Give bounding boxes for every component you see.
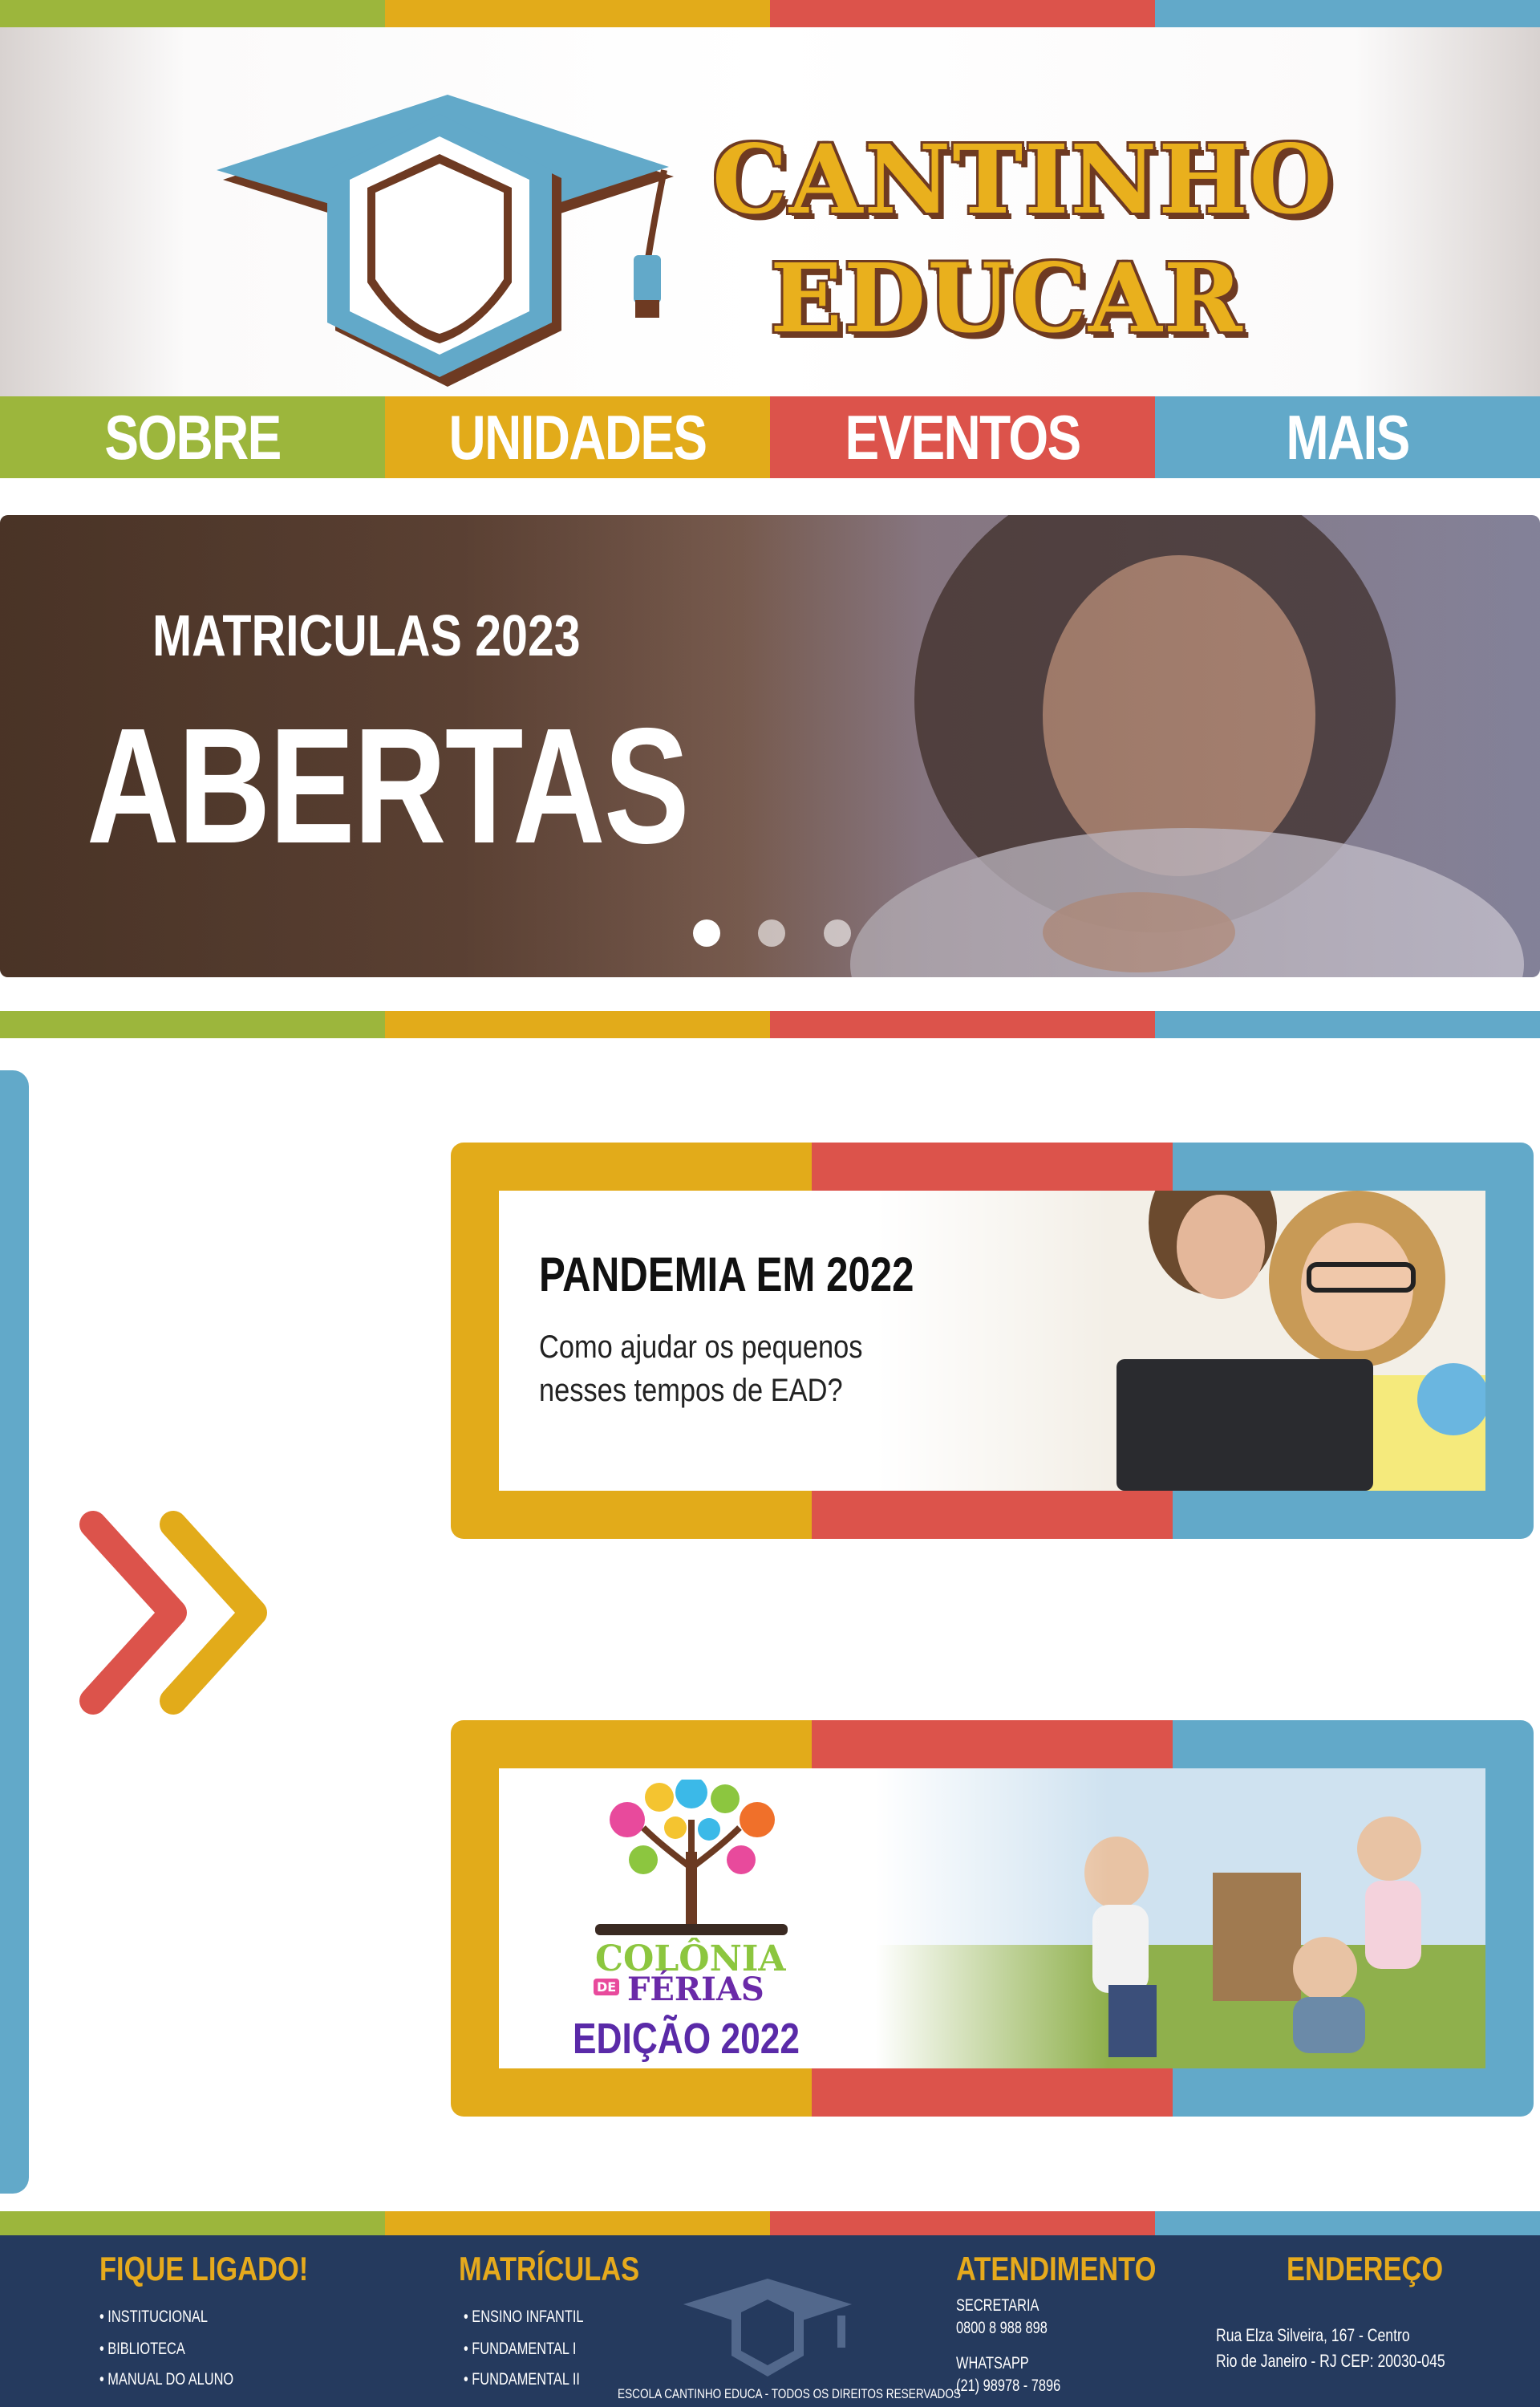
card-description: Como ajudar os pequenos nesses tempos de… [539, 1325, 926, 1412]
footer-address-line1: Rua Elza Silveira, 167 - Centro [1216, 2325, 1410, 2345]
main-nav: SOBRE UNIDADES EVENTOS MAIS [0, 396, 1540, 478]
nav-label[interactable]: SOBRE [34, 401, 351, 474]
footer-copyright: ESCOLA CANTINHO EDUCA - TODOS OS DIREITO… [618, 2386, 961, 2401]
nav-label[interactable]: MAIS [1189, 401, 1506, 474]
card-text-line1: Como ajudar os pequenos [539, 1329, 863, 1365]
site-header: CANTINHO EDUCAR [0, 27, 1540, 396]
nav-item-mais[interactable]: MAIS [1155, 396, 1540, 478]
footer-link-biblioteca[interactable]: • BIBLIOTECA [99, 2340, 185, 2359]
footer-link-fundamental-2[interactable]: • FUNDAMENTAL II [464, 2370, 580, 2389]
footer-whatsapp-phone[interactable]: (21) 98978 - 7896 [956, 2377, 1060, 2396]
brand-name-line1: CANTINHO [712, 124, 1334, 235]
bottom-color-stripe [0, 2211, 1540, 2235]
card-pandemia[interactable]: PANDEMIA EM 2022 Como ajudar os pequenos… [499, 1191, 1485, 1491]
footer-heading-fique-ligado: FIQUE LIGADO! [99, 2250, 309, 2287]
card-text-line2: nesses tempos de EAD? [539, 1373, 843, 1408]
footer-heading-atendimento: ATENDIMENTO [956, 2250, 1157, 2287]
carousel-dot-2[interactable] [758, 919, 785, 947]
footer-cap-logo-icon [683, 2279, 852, 2377]
brand-name-line2: EDUCAR [770, 242, 1244, 354]
footer-secretaria-phone[interactable]: 0800 8 988 898 [956, 2319, 1048, 2338]
footer-heading-matriculas: MATRÍCULAS [459, 2250, 640, 2287]
nav-item-eventos[interactable]: EVENTOS [770, 396, 1155, 478]
hero-title: ABERTAS [87, 694, 690, 878]
footer-whatsapp-label: WHATSAPP [956, 2354, 1029, 2372]
footer-link-ensino-infantil[interactable]: • ENSINO INFANTIL [464, 2308, 584, 2327]
footer-link-institucional[interactable]: • INSTITUCIONAL [99, 2308, 208, 2327]
footer-secretaria-label: SECRETARIA [956, 2296, 1040, 2315]
card-image-fade [876, 1768, 1108, 2068]
mid-color-stripe [0, 1011, 1540, 1038]
nav-label[interactable]: UNIDADES [419, 401, 736, 474]
card-colonia-de-ferias[interactable]: COLÔNIA DE FÉRIAS EDIÇÃO 2022 [499, 1768, 1485, 2068]
nav-item-unidades[interactable]: UNIDADES [385, 396, 770, 478]
carousel-dot-3[interactable] [824, 919, 851, 947]
footer-link-fundamental-1[interactable]: • FUNDAMENTAL I [464, 2340, 576, 2359]
hero-subtitle: MATRICULAS 2023 [152, 604, 581, 668]
side-accent-bar [0, 1070, 29, 2194]
footer-heading-endereco: ENDEREÇO [1287, 2250, 1444, 2287]
top-color-stripe [0, 0, 1540, 27]
colonia-edition: EDIÇÃO 2022 [573, 2015, 800, 2063]
nav-item-sobre[interactable]: SOBRE [0, 396, 385, 478]
graduation-cap-logo-icon[interactable] [215, 90, 680, 387]
card-title: PANDEMIA EM 2022 [539, 1248, 914, 1301]
double-chevron-icon[interactable] [77, 1508, 278, 1717]
hero-banner[interactable]: MATRICULAS 2023 ABERTAS [0, 515, 1540, 977]
nav-label[interactable]: EVENTOS [804, 401, 1121, 474]
colonia-logo-mid: DE [594, 1979, 620, 1995]
site-footer: FIQUE LIGADO! • INSTITUCIONAL • BIBLIOTE… [0, 2235, 1540, 2407]
footer-address-line2: Rio de Janeiro - RJ CEP: 20030-045 [1216, 2351, 1445, 2371]
footer-link-manual[interactable]: • MANUAL DO ALUNO [99, 2370, 233, 2389]
colonia-logo-bottom: FÉRIAS [627, 1971, 764, 2008]
carousel-dot-1[interactable] [693, 919, 720, 947]
colonia-de-ferias-logo [595, 1780, 788, 1935]
